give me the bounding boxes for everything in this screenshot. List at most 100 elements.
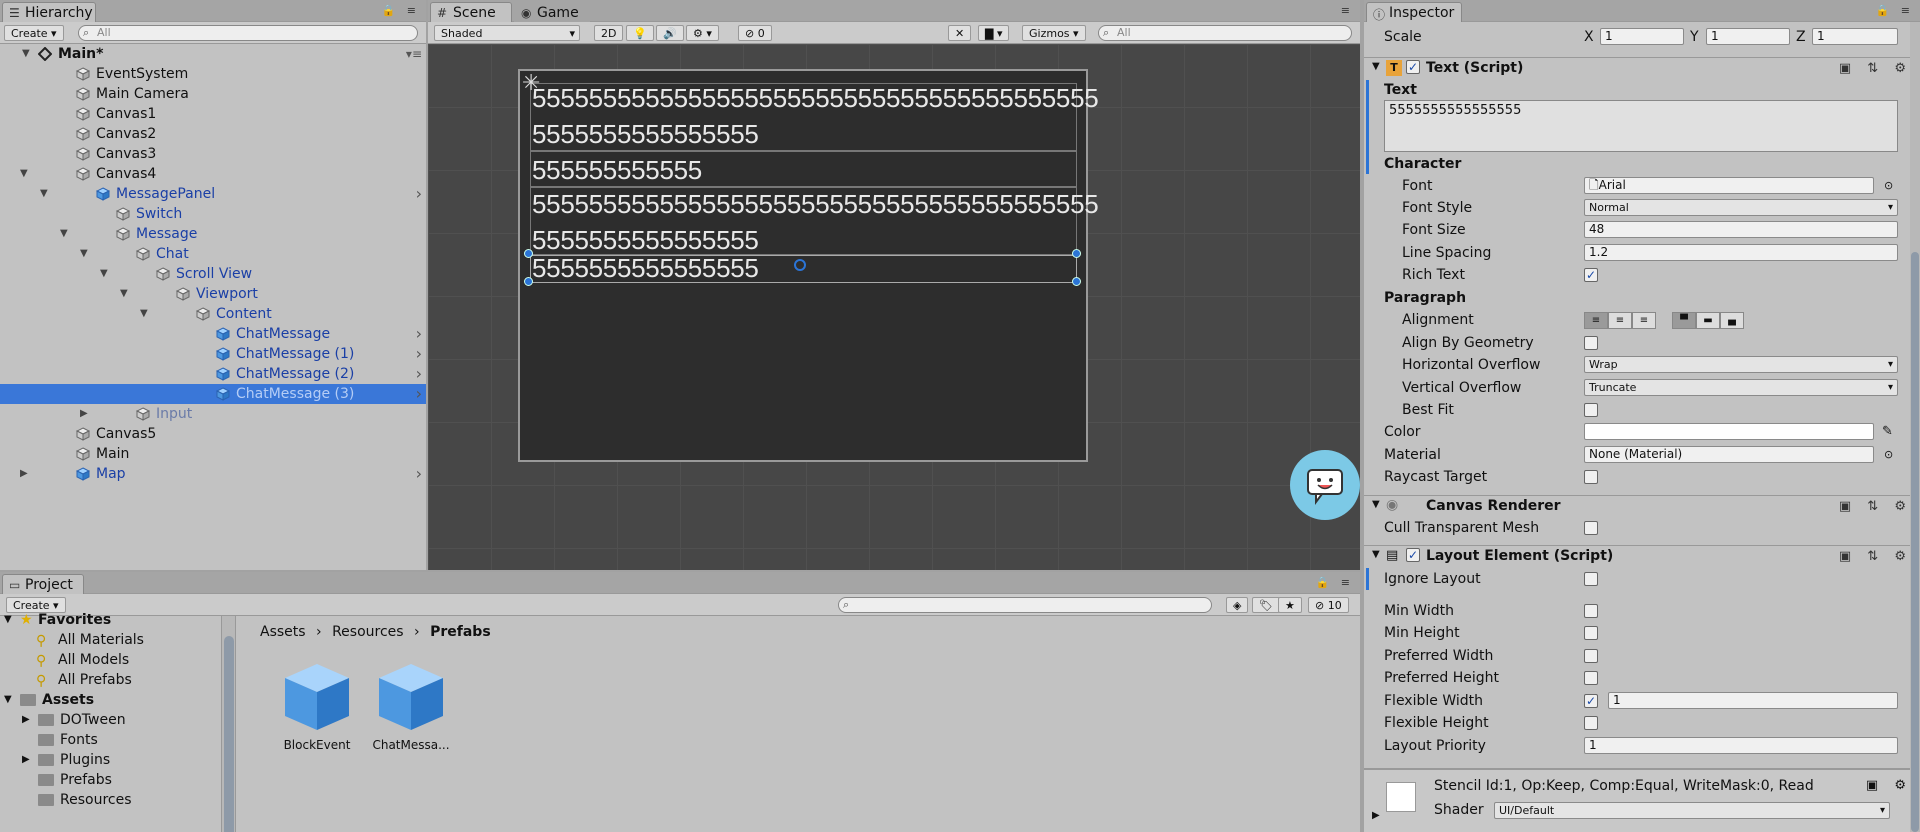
hierarchy-item[interactable]: ▼ Canvas4 [0, 164, 426, 184]
scene-search-input[interactable]: ⌕ All [1098, 25, 1352, 41]
favorites-row[interactable]: ▼ ★ Favorites [0, 610, 236, 630]
text-script-enabled-checkbox[interactable]: ✓ [1406, 60, 1420, 74]
align-right-button[interactable]: ≡ [1632, 312, 1656, 329]
gizmos-dropdown[interactable]: Gizmos ▾ [1022, 25, 1086, 41]
best-fit-checkbox[interactable] [1584, 403, 1598, 417]
component-menu-icons[interactable]: ▣ ⚙ [1866, 778, 1912, 793]
layout-priority-field[interactable]: 1 [1584, 737, 1898, 754]
tab-inspector[interactable]: ⓘ Inspector [1366, 2, 1462, 22]
hierarchy-item[interactable]: ChatMessage (1) › [0, 344, 426, 364]
folder-tree-scrollbar[interactable] [221, 616, 235, 832]
object-picker-icon[interactable]: ⊙ [1884, 445, 1893, 465]
material-field[interactable]: None (Material) [1584, 446, 1874, 463]
collapse-arrow-icon[interactable]: ▼ [1372, 499, 1380, 510]
flexible-height-checkbox[interactable] [1584, 716, 1598, 730]
open-prefab-arrow-icon[interactable]: › [416, 344, 422, 364]
pivot-handle[interactable] [794, 259, 806, 271]
font-size-field[interactable]: 48 [1584, 221, 1898, 238]
component-menu-icons[interactable]: ▣ ⇅ ⚙ [1839, 499, 1912, 514]
assets-root-row[interactable]: ▼ Assets [0, 690, 236, 710]
ignore-layout-checkbox[interactable] [1584, 572, 1598, 586]
hierarchy-search-input[interactable]: ⌕ All [78, 25, 418, 41]
collapse-arrow-icon[interactable]: ▼ [20, 164, 28, 184]
hierarchy-item[interactable]: ▼ MessagePanel › [0, 184, 426, 204]
favorite-item[interactable]: ⚲ All Materials [0, 630, 236, 650]
scale-y-field[interactable]: 1 [1706, 28, 1790, 45]
align-middle-button[interactable]: ▬ [1696, 312, 1720, 329]
open-prefab-arrow-icon[interactable]: › [416, 364, 422, 384]
asset-blockevent[interactable]: BlockEvent [272, 660, 362, 752]
filter-by-label-button[interactable]: 🏷 [1252, 597, 1280, 613]
asset-folder-item[interactable]: Fonts [0, 730, 236, 750]
tab-game[interactable]: ◉ Game [514, 2, 590, 22]
expand-arrow-icon[interactable]: ▶ [80, 404, 88, 424]
hierarchy-item[interactable]: ▶ Input [0, 404, 426, 424]
hierarchy-item[interactable]: Switch [0, 204, 426, 224]
panel-menu-icon[interactable]: ≡ [1341, 4, 1354, 17]
rect-handle-top-left[interactable] [524, 249, 533, 258]
eyedropper-icon[interactable]: ✎ [1882, 422, 1893, 442]
collapse-arrow-icon[interactable]: ▼ [100, 264, 108, 284]
hierarchy-item[interactable]: ▼ Viewport [0, 284, 426, 304]
open-prefab-arrow-icon[interactable]: › [416, 464, 422, 484]
shader-dropdown[interactable]: UI/Default [1494, 802, 1890, 819]
horizontal-overflow-dropdown[interactable]: Wrap [1584, 356, 1898, 373]
favorites-star-button[interactable]: ★ [1278, 597, 1302, 613]
min-height-checkbox[interactable] [1584, 626, 1598, 640]
raycast-target-checkbox[interactable] [1584, 470, 1598, 484]
expand-arrow-icon[interactable]: ▶ [1372, 810, 1380, 821]
favorite-item[interactable]: ⚲ All Prefabs [0, 670, 236, 690]
panel-menu-icon[interactable]: 🔒 ≡ [1876, 4, 1914, 17]
flexible-width-checkbox[interactable]: ✓ [1584, 694, 1598, 708]
breadcrumb-prefabs[interactable]: Prefabs [430, 624, 491, 640]
hierarchy-item[interactable]: ▼ Scroll View [0, 264, 426, 284]
tab-scene[interactable]: # Scene [430, 2, 512, 22]
color-swatch[interactable] [1584, 423, 1874, 440]
hierarchy-item[interactable]: Canvas3 [0, 144, 426, 164]
shading-mode-dropdown[interactable]: Shaded ▾ [434, 25, 580, 41]
project-search-input[interactable]: ⌕ [838, 597, 1212, 613]
hierarchy-item[interactable]: ▼ Chat [0, 244, 426, 264]
asset-folder-item[interactable]: Resources [0, 790, 236, 810]
align-left-button[interactable]: ≡ [1584, 312, 1608, 329]
collapse-arrow-icon[interactable]: ▼ [140, 304, 148, 324]
collapse-arrow-icon[interactable]: ▼ [4, 690, 12, 710]
collapse-arrow-icon[interactable]: ▼ [80, 244, 88, 264]
layout-element-enabled-checkbox[interactable]: ✓ [1406, 548, 1420, 562]
hidden-objects-toggle[interactable]: ⊘ 0 [738, 25, 772, 41]
collapse-arrow-icon[interactable]: ▼ [120, 284, 128, 304]
min-width-checkbox[interactable] [1584, 604, 1598, 618]
canvas-renderer-header[interactable]: ▼ ◉ Canvas Renderer ▣ ⇅ ⚙ [1364, 495, 1920, 517]
align-center-button[interactable]: ≡ [1608, 312, 1632, 329]
scale-z-field[interactable]: 1 [1812, 28, 1898, 45]
hierarchy-item[interactable]: ChatMessage (2) › [0, 364, 426, 384]
rect-handle-bottom-left[interactable] [524, 277, 533, 286]
collapse-arrow-icon[interactable]: ▼ [22, 44, 30, 64]
asset-chatmessage[interactable]: ChatMessa... [366, 660, 456, 752]
hierarchy-item[interactable]: Main Camera [0, 84, 426, 104]
layout-element-header[interactable]: ▼ ▤ ✓ Layout Element (Script) ▣ ⇅ ⚙ [1364, 545, 1920, 567]
tab-project[interactable]: ▭ Project [2, 574, 84, 594]
filter-by-type-button[interactable]: ◈ [1226, 597, 1249, 613]
scene-root-row[interactable]: ▼ Main* ▾≡ [0, 44, 426, 64]
preferred-height-checkbox[interactable] [1584, 671, 1598, 685]
chat-bubble-icon[interactable] [1290, 450, 1360, 520]
rect-handle-top-right[interactable] [1072, 249, 1081, 258]
panel-menu-icon[interactable]: 🔒 ≡ [1316, 576, 1354, 589]
collapse-arrow-icon[interactable]: ▼ [40, 184, 48, 204]
camera-dropdown[interactable]: ▇ ▾ [978, 25, 1010, 41]
cull-transparent-mesh-checkbox[interactable] [1584, 521, 1598, 535]
hierarchy-item[interactable]: Canvas2 [0, 124, 426, 144]
audio-toggle-button[interactable]: 🔊 [656, 25, 684, 41]
align-top-button[interactable]: ▀ [1672, 312, 1696, 329]
align-bottom-button[interactable]: ▄ [1720, 312, 1744, 329]
preferred-width-checkbox[interactable] [1584, 649, 1598, 663]
align-by-geometry-checkbox[interactable] [1584, 336, 1598, 350]
hierarchy-item[interactable]: ChatMessage › [0, 324, 426, 344]
hierarchy-item[interactable]: EventSystem [0, 64, 426, 84]
text-script-header[interactable]: ▼ T ✓ Text (Script) ▣ ⇅ ⚙ [1364, 57, 1920, 79]
asset-folder-item[interactable]: ▶ Plugins [0, 750, 236, 770]
open-prefab-arrow-icon[interactable]: › [416, 384, 422, 404]
expand-arrow-icon[interactable]: ▶ [22, 750, 30, 770]
hierarchy-item[interactable]: ▼ Message [0, 224, 426, 244]
